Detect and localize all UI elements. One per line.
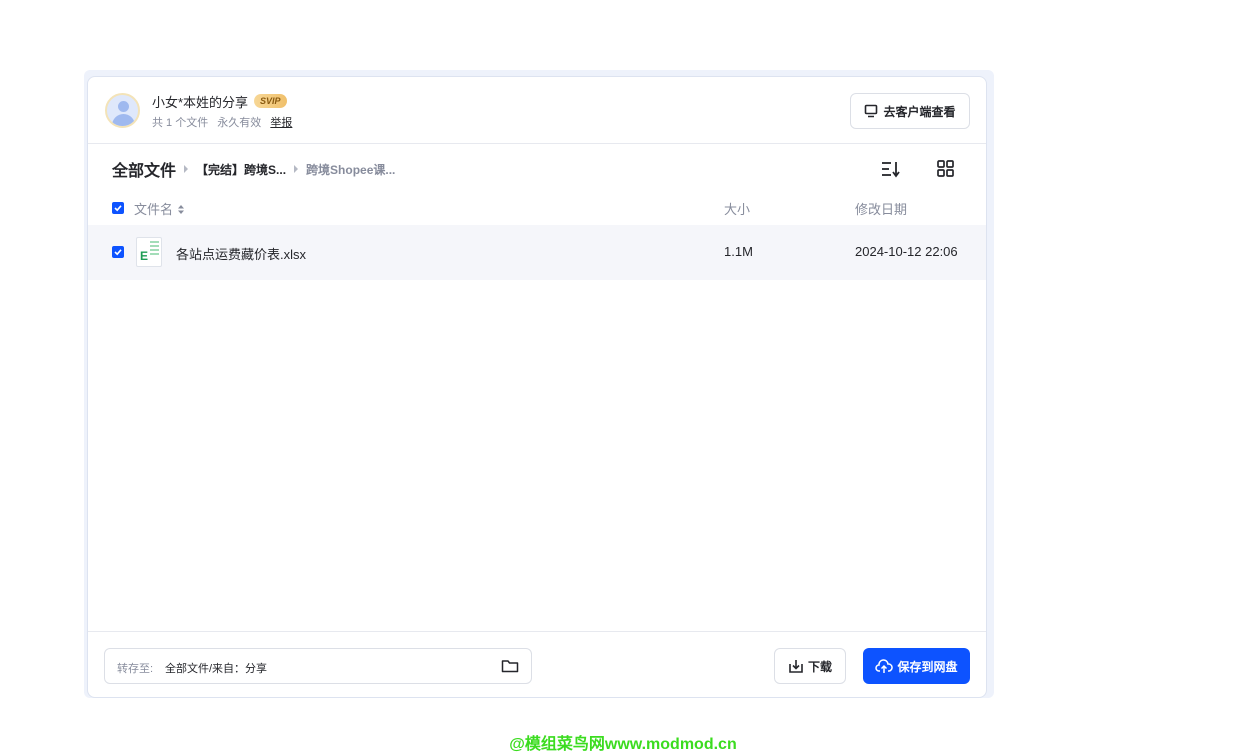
check-icon	[114, 205, 122, 212]
breadcrumb-root[interactable]: 全部文件	[112, 157, 176, 181]
file-count: 共 1 个文件	[152, 117, 209, 129]
open-client-label: 去客户端查看	[883, 104, 956, 119]
svip-badge: SVIP	[254, 94, 287, 108]
column-header-size[interactable]: 大小	[724, 199, 750, 218]
file-date: 2024-10-12 22:06	[855, 244, 958, 259]
download-label: 下载	[807, 659, 832, 674]
sort-icon[interactable]	[880, 159, 902, 179]
file-size: 1.1M	[724, 244, 753, 259]
column-header-name[interactable]: 文件名	[134, 199, 185, 218]
save-path-label: 转存至:	[117, 663, 154, 675]
row-checkbox[interactable]	[112, 246, 124, 258]
sort-arrows-icon	[177, 205, 184, 214]
share-footer: 转存至: 全部文件/来自：分享 下载 保存到网盘	[88, 631, 986, 697]
save-to-drive-button[interactable]: 保存到网盘	[863, 648, 970, 684]
save-path-selector[interactable]: 转存至: 全部文件/来自：分享	[104, 648, 532, 684]
column-header-date[interactable]: 修改日期	[855, 199, 907, 218]
select-all-checkbox[interactable]	[112, 202, 124, 214]
breadcrumb-arrow-icon	[184, 165, 189, 173]
share-title: 小女*本姓的分享	[152, 95, 249, 110]
validity: 永久有效	[217, 117, 262, 129]
download-button[interactable]: 下载	[774, 648, 846, 684]
share-panel: 小女*本姓的分享 SVIP 共 1 个文件 永久有效 举报 去客户端查看 全部文…	[87, 76, 987, 698]
excel-file-icon: E	[136, 237, 162, 267]
folder-icon[interactable]	[501, 658, 519, 674]
avatar	[105, 93, 140, 128]
breadcrumb-current: 跨境Shopee课...	[306, 162, 396, 177]
open-client-button[interactable]: 去客户端查看	[850, 93, 970, 129]
share-header: 小女*本姓的分享 SVIP 共 1 个文件 永久有效 举报 去客户端查看	[88, 77, 986, 144]
watermark: @模组菜鸟网www.modmod.cn	[509, 736, 737, 753]
report-link[interactable]: 举报	[270, 117, 292, 129]
cloud-upload-icon	[875, 659, 894, 673]
breadcrumb-arrow-icon	[294, 165, 299, 173]
breadcrumb-folder[interactable]: 【完结】跨境S...	[196, 161, 286, 178]
download-icon	[789, 660, 803, 673]
column-name-label: 文件名	[134, 202, 174, 217]
file-name[interactable]: 各站点运费藏价表.xlsx	[176, 244, 306, 263]
save-path-value: 全部文件/来自：分享	[165, 663, 268, 675]
check-icon	[114, 249, 122, 256]
save-to-drive-label: 保存到网盘	[897, 659, 958, 674]
table-row[interactable]: E 各站点运费藏价表.xlsx 1.1M 2024-10-12 22:06	[88, 225, 986, 280]
grid-view-icon[interactable]	[936, 159, 956, 179]
breadcrumb: 全部文件 【完结】跨境S... 跨境Shopee课...	[112, 157, 396, 181]
share-meta: 共 1 个文件 永久有效 举报	[152, 114, 298, 130]
monitor-icon	[865, 104, 878, 118]
